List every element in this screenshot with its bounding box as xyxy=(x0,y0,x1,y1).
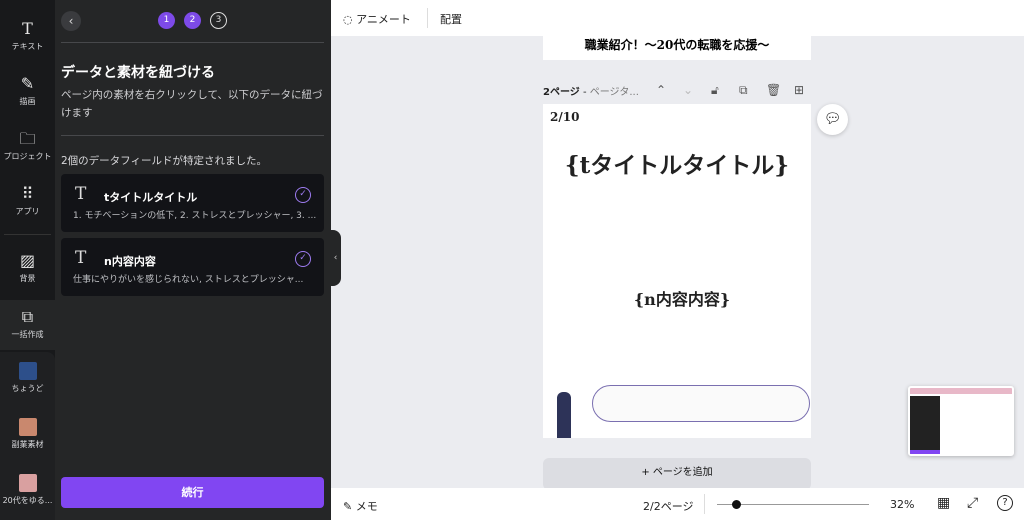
step-1[interactable]: 1 xyxy=(158,12,175,29)
app-thumbnail xyxy=(18,474,37,492)
divider xyxy=(704,494,705,514)
rail-item-text[interactable]: T テキスト xyxy=(0,20,55,52)
zoom-slider-handle[interactable] xyxy=(731,500,741,509)
divider xyxy=(61,42,324,43)
rail-item-app-3[interactable]: 20代をゆる... xyxy=(0,474,55,506)
help-icon[interactable]: ? xyxy=(997,495,1013,511)
field-preview: 仕事にやりがいを感じられない, ストレスとプレッシャ... xyxy=(73,275,304,285)
trash-icon[interactable]: 🗑︎ xyxy=(766,83,781,97)
rail-item-draw[interactable]: ✎ 描画 xyxy=(0,75,55,107)
bulk-create-icon: ⧉ xyxy=(21,307,34,326)
text-icon: T xyxy=(75,248,87,268)
field-name: n内容内容 xyxy=(104,255,156,268)
app-thumbnail xyxy=(18,418,37,436)
page-header: 2ページ - ページタ... ⌃ ⌄ 🔓︎ ⧉ 🗑︎ ⊞ xyxy=(543,83,805,98)
field-name: tタイトルタイトル xyxy=(104,191,198,204)
add-page-button[interactable]: + ページを追加 xyxy=(543,458,811,490)
rail-label: 20代をゆる... xyxy=(2,496,53,505)
collapse-panel-button[interactable]: ‹ xyxy=(330,230,341,286)
animate-label: アニメート xyxy=(356,13,411,26)
bulk-create-panel: ‹ 1 2 3 データと素材を紐づける ページ内の素材を右クリックして、以下のデ… xyxy=(55,0,331,520)
side-rail: T テキスト ✎ 描画 🗀 プロジェクト ⠿ アプリ ▨ 背景 ⧉ 一括作成 ちょうど 副業… xyxy=(0,0,55,520)
folder-icon: 🗀 xyxy=(19,129,36,148)
rail-label: 一括作成 xyxy=(11,330,44,339)
content-placeholder-text[interactable]: {n内容内容} xyxy=(543,286,821,310)
fields-found-text: 2個のデータフィールドが特定されました。 xyxy=(61,155,267,167)
panel-title: データと素材を紐づける xyxy=(61,65,215,81)
rail-label: テキスト xyxy=(11,42,44,51)
notes-icon: ✎ xyxy=(343,500,353,513)
step-2[interactable]: 2 xyxy=(184,12,201,29)
data-field-title[interactable]: T tタイトルタイトル 1. モチベーションの低下, 2. ストレスとプレッシャ… xyxy=(61,174,324,232)
rail-label: 描画 xyxy=(19,97,36,106)
data-field-content[interactable]: T n内容内容 仕事にやりがいを感じられない, ストレスとプレッシャ... ✓ xyxy=(61,238,324,296)
divider xyxy=(4,234,51,235)
page-thumbnail-preview[interactable] xyxy=(908,386,1014,456)
draw-icon: ✎ xyxy=(20,74,35,93)
fullscreen-icon[interactable]: ⤢ xyxy=(967,495,978,511)
zoom-level[interactable]: 32% xyxy=(890,498,914,511)
check-icon: ✓ xyxy=(295,251,311,267)
field-preview: 1. モチベーションの低下, 2. ストレスとプレッシャー, 3. ... xyxy=(73,211,317,221)
previous-page[interactable]: 職業紹介！〜20代の転職を応援〜 xyxy=(543,36,811,60)
rail-label: 背景 xyxy=(19,274,36,283)
rail-item-app-2[interactable]: 副業素材 xyxy=(0,418,55,450)
zoom-slider[interactable] xyxy=(717,500,869,509)
back-button[interactable]: ‹ xyxy=(61,11,81,31)
step-3[interactable]: 3 xyxy=(210,12,227,29)
speech-bubble[interactable] xyxy=(592,385,810,422)
rail-item-apps[interactable]: ⠿ アプリ xyxy=(0,185,55,217)
rail-label: 副業素材 xyxy=(11,440,44,449)
move-up-icon[interactable]: ⌃ xyxy=(656,83,666,97)
page-count-button[interactable]: 2/2ページ xyxy=(643,498,693,514)
notes-button[interactable]: ✎ メモ xyxy=(343,498,378,514)
divider xyxy=(427,8,428,28)
background-icon: ▨ xyxy=(19,251,36,270)
bottom-bar: ✎ メモ 2/2ページ 32% ▦ ⤢ ? xyxy=(331,488,1024,520)
comment-plus-icon: 💬︎ xyxy=(823,111,842,127)
arrange-button[interactable]: 配置 xyxy=(440,11,462,27)
add-page-icon[interactable]: ⊞ xyxy=(794,83,804,97)
grid-view-icon[interactable]: ▦ xyxy=(937,495,950,511)
page-counter-text[interactable]: 2/10 xyxy=(550,110,579,124)
page-title-input[interactable]: ページタ... xyxy=(590,87,639,98)
rail-item-background[interactable]: ▨ 背景 xyxy=(0,252,55,284)
rail-item-app-1[interactable]: ちょうど xyxy=(0,362,55,394)
rail-label: ちょうど xyxy=(11,384,44,393)
animate-button[interactable]: ◌ アニメート xyxy=(343,11,411,27)
text-icon: T xyxy=(22,19,33,38)
businessman-illustration[interactable] xyxy=(557,392,571,438)
title-placeholder-text[interactable]: {tタイトルタイトル} xyxy=(543,146,811,180)
prev-page-title: 職業紹介！〜20代の転職を応援〜 xyxy=(584,38,770,52)
continue-button[interactable]: 続行 xyxy=(61,477,324,508)
rail-item-project[interactable]: 🗀 プロジェクト xyxy=(0,130,55,162)
duplicate-icon[interactable]: ⧉ xyxy=(739,83,748,98)
page-label: 2ページ xyxy=(543,87,580,98)
lock-icon[interactable]: 🔓︎ xyxy=(711,83,719,98)
rail-label: アプリ xyxy=(15,207,40,216)
divider xyxy=(61,135,324,136)
text-icon: T xyxy=(75,184,87,204)
move-down-icon[interactable]: ⌄ xyxy=(683,83,693,97)
app-thumbnail xyxy=(18,362,37,380)
apps-icon: ⠿ xyxy=(21,184,34,203)
top-toolbar: ◌ アニメート 配置 xyxy=(331,0,1024,36)
panel-description: ページ内の素材を右クリックして、以下のデータに紐づけます xyxy=(61,89,323,119)
rail-item-bulk-create[interactable]: ⧉ 一括作成 xyxy=(0,300,55,350)
check-icon: ✓ xyxy=(295,187,311,203)
rail-label: プロジェクト xyxy=(3,152,52,161)
add-comment-button[interactable]: 💬︎ xyxy=(817,104,848,135)
notes-label: メモ xyxy=(355,500,378,513)
animate-icon: ◌ xyxy=(343,13,353,26)
